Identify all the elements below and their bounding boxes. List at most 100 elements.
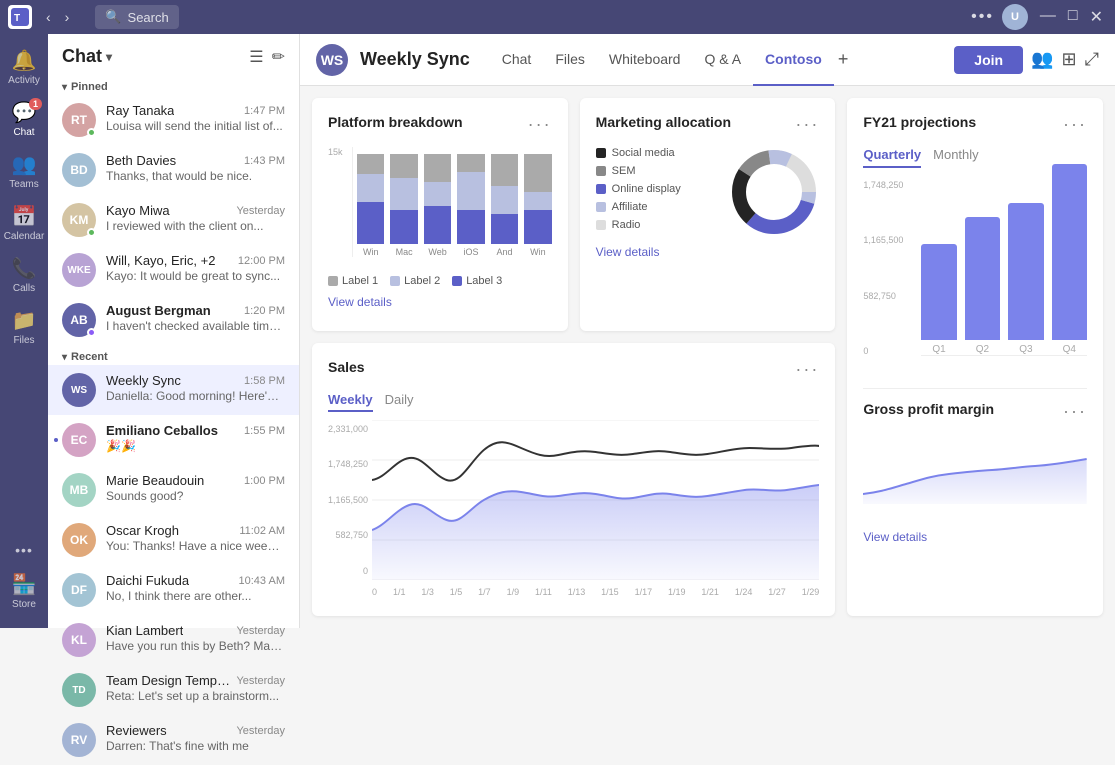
tab-daily[interactable]: Daily (385, 392, 414, 412)
status-indicator (87, 128, 96, 137)
user-avatar[interactable]: U (1002, 4, 1028, 30)
filter-icon[interactable]: ☰ (249, 47, 263, 67)
tab-chat[interactable]: Chat (490, 34, 544, 86)
close-button[interactable]: ✕ (1086, 7, 1107, 27)
window-controls: — □ ✕ (1036, 7, 1107, 27)
chat-item-preview: Thanks, that would be nice. (106, 169, 285, 183)
sales-card: Sales ··· Weekly Daily 2,331,000 1,748,2… (312, 343, 835, 617)
chat-item-name: Daichi Fukuda (106, 573, 189, 588)
search-bar[interactable]: 🔍 Search (95, 5, 178, 29)
sidebar-label-calls: Calls (13, 283, 35, 294)
forward-button[interactable]: › (59, 7, 76, 27)
y-label-low: 582,750 (863, 291, 903, 301)
sidebar-item-more[interactable]: ••• (0, 536, 48, 564)
chat-item-marie[interactable]: MB Marie Beaudouin 1:00 PM Sounds good? (48, 465, 299, 515)
avatar-wrap: TD (62, 673, 96, 707)
tab-weekly[interactable]: Weekly (328, 392, 373, 412)
avatar-wrap: DF (62, 573, 96, 607)
tab-monthly[interactable]: Monthly (933, 147, 979, 168)
platform-card-more[interactable]: ··· (528, 114, 552, 135)
channel-icon: WS (316, 44, 348, 76)
fy21-card-more[interactable]: ··· (1063, 114, 1087, 135)
marketing-card-title: Marketing allocation (596, 114, 731, 130)
activity-icon: 🔔 (12, 48, 37, 73)
chat-panel-header: Chat ▾ ☰ ✏ (48, 34, 299, 75)
chat-item-reviewers[interactable]: RV Reviewers Yesterday Darren: That's fi… (48, 715, 299, 765)
chat-item-group-will[interactable]: WKE Will, Kayo, Eric, +2 12:00 PM Kayo: … (48, 245, 299, 295)
dashboard: Platform breakdown ··· 15k (300, 86, 1115, 628)
chat-item-ray-tanaka[interactable]: RT Ray Tanaka 1:47 PM Louisa will send t… (48, 95, 299, 145)
join-button[interactable]: Join (954, 46, 1023, 74)
sales-y-axis: 2,331,000 1,748,250 1,165,500 582,750 0 (328, 420, 368, 580)
chat-item-preview: Sounds good? (106, 489, 285, 503)
fy-bar-q2: Q2 (965, 217, 1000, 355)
more-icon: ••• (15, 542, 33, 558)
sidebar-item-calendar[interactable]: 📅 Calendar (0, 198, 48, 248)
card-header: FY21 projections ··· (863, 114, 1087, 135)
legend-radio: Radio (596, 219, 722, 231)
avatar: KL (62, 623, 96, 657)
tab-contoso[interactable]: Contoso (753, 34, 834, 86)
sidebar-label-chat: Chat (13, 127, 34, 138)
y-label-top: 1,748,250 (863, 180, 903, 190)
avatar: OK (62, 523, 96, 557)
chat-item-content: August Bergman 1:20 PM I haven't checked… (106, 303, 285, 333)
chat-item-weekly-sync[interactable]: WS Weekly Sync 1:58 PM Daniella: Good mo… (48, 365, 299, 415)
compose-icon[interactable]: ✏ (272, 47, 285, 67)
sidebar-item-chat[interactable]: 1 💬 Chat (0, 94, 48, 144)
participants-icon[interactable]: 👥 (1031, 49, 1053, 70)
add-tab-button[interactable]: + (834, 49, 853, 70)
avatar: WKE (62, 253, 96, 287)
marketing-view-details[interactable]: View details (596, 245, 660, 259)
sidebar-label-store: Store (12, 599, 36, 610)
avatar: EC (62, 423, 96, 457)
sidebar-item-files[interactable]: 📁 Files (0, 302, 48, 352)
maximize-button[interactable]: □ (1064, 7, 1082, 27)
minimize-button[interactable]: — (1036, 7, 1060, 27)
tab-whiteboard[interactable]: Whiteboard (597, 34, 693, 86)
sidebar-item-teams[interactable]: 👥 Teams (0, 146, 48, 196)
chat-item-august-bergman[interactable]: AB August Bergman 1:20 PM I haven't chec… (48, 295, 299, 345)
tab-qa[interactable]: Q & A (692, 34, 753, 86)
avatar-wrap: AB (62, 303, 96, 337)
back-button[interactable]: ‹ (40, 7, 57, 27)
chat-item-name: Team Design Template (106, 673, 232, 688)
bar-group-win2: Win (524, 154, 551, 257)
gp-more[interactable]: ··· (1063, 401, 1087, 422)
chat-item-team-design[interactable]: TD Team Design Template Yesterday Reta: … (48, 665, 299, 715)
legend-affiliate: Affiliate (596, 201, 722, 213)
chat-item-kian[interactable]: KL Kian Lambert Yesterday Have you run t… (48, 615, 299, 665)
marketing-card-more[interactable]: ··· (795, 114, 819, 135)
tab-quarterly[interactable]: Quarterly (863, 147, 921, 168)
fy21-card: FY21 projections ··· Quarterly Monthly 1… (847, 98, 1103, 616)
chat-item-time: 1:43 PM (244, 155, 285, 167)
grid-icon[interactable]: ⊞ (1062, 49, 1077, 70)
chat-item-emiliano[interactable]: EC Emiliano Ceballos 1:55 PM 🎉🎉 (48, 415, 299, 465)
sidebar-item-calls[interactable]: 📞 Calls (0, 250, 48, 300)
chat-item-daichi[interactable]: DF Daichi Fukuda 10:43 AM No, I think th… (48, 565, 299, 615)
teams-icon: 👥 (12, 152, 37, 177)
chat-badge: 1 (29, 98, 42, 110)
more-options-icon[interactable]: ••• (971, 8, 994, 26)
status-indicator (87, 228, 96, 237)
platform-view-details[interactable]: View details (328, 295, 392, 309)
sidebar-item-activity[interactable]: 🔔 Activity (0, 42, 48, 92)
nav-arrows[interactable]: ‹ › (40, 7, 75, 27)
chat-item-oscar[interactable]: OK Oscar Krogh 11:02 AM You: Thanks! Hav… (48, 515, 299, 565)
fy-bar-q1: Q1 (921, 244, 956, 355)
expand-icon[interactable]: ⤢ (1085, 49, 1099, 70)
chat-item-preview: Reta: Let's set up a brainstorm... (106, 689, 285, 703)
chat-item-kayo-miwa[interactable]: KM Kayo Miwa Yesterday I reviewed with t… (48, 195, 299, 245)
channel-tabs: Chat Files Whiteboard Q & A Contoso + (490, 34, 853, 86)
sidebar-item-store[interactable]: 🏪 Store (0, 566, 48, 616)
chat-item-beth-davies[interactable]: BD Beth Davies 1:43 PM Thanks, that woul… (48, 145, 299, 195)
sales-card-more[interactable]: ··· (795, 359, 819, 380)
chat-item-name: Kian Lambert (106, 623, 183, 638)
app-logo: T (8, 5, 32, 29)
platform-bar-chart: 15k Win (328, 147, 552, 267)
bar-group-ios: iOS (457, 154, 484, 257)
gp-section: Gross profit margin ··· (863, 388, 1087, 546)
chat-panel-title: Chat ▾ (62, 46, 112, 67)
gp-view-details[interactable]: View details (863, 530, 927, 544)
tab-files[interactable]: Files (543, 34, 597, 86)
